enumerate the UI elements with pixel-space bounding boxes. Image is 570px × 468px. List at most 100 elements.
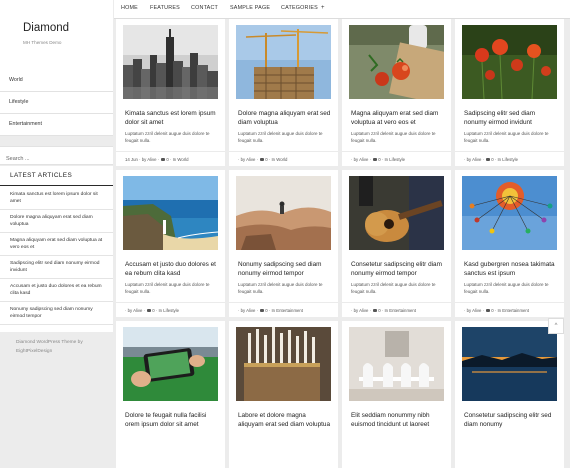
search-input[interactable] <box>6 151 106 167</box>
post-thumbnail[interactable] <box>236 176 331 250</box>
post-category[interactable]: · In Lifestyle <box>155 308 179 313</box>
post-card: Nonumy sadipscing sed diam nonumy eirmod… <box>229 170 338 317</box>
comment-icon <box>373 309 378 313</box>
post-thumbnail[interactable] <box>462 25 557 99</box>
post-category[interactable]: · In Lifestyle <box>494 157 518 162</box>
nav-features[interactable]: FEATURES <box>150 5 180 11</box>
post-title[interactable]: Dolore te feugait nulla facilisi orem ip… <box>125 412 219 429</box>
post-thumbnail[interactable] <box>123 25 218 99</box>
post-excerpt: Luptatum zzril delenit augue duis dolore… <box>464 131 549 143</box>
post-thumbnail[interactable] <box>349 327 444 401</box>
post-meta-text: · by Alive · <box>351 157 373 162</box>
post-thumbnail[interactable] <box>123 327 218 401</box>
post-title[interactable]: Labore et dolore magna aliquyam erat sed… <box>238 412 332 429</box>
sidebar-item-entertainment[interactable]: Entertainment <box>0 114 113 136</box>
post-card: Magna aliquyam erat sed diam voluptua at… <box>342 19 451 166</box>
post-card: Labore et dolore magna aliquyam erat sed… <box>229 321 338 468</box>
city-skyline-image <box>123 25 218 99</box>
nav-categories-label: CATEGORIES <box>281 5 318 11</box>
post-category[interactable]: · In Entertainment <box>268 308 303 313</box>
sidebar-item-world[interactable]: World <box>0 70 113 92</box>
construction-cranes-image <box>236 25 331 99</box>
comment-icon <box>260 158 265 162</box>
nav-home[interactable]: HOME <box>121 5 138 11</box>
site-description: MH Themes Demo <box>23 40 62 45</box>
post-thumbnail[interactable] <box>462 176 557 250</box>
post-excerpt: Luptatum zzril delenit augue duis dolore… <box>238 131 323 143</box>
dining-chairs-image <box>349 327 444 401</box>
main-navigation: HOME FEATURES CONTACT SAMPLE PAGE CATEGO… <box>114 0 570 19</box>
post-card: Accusam et justo duo dolores et ea rebum… <box>116 170 225 317</box>
post-title[interactable]: Magna aliquyam erat sed diam voluptua at… <box>351 110 445 127</box>
latest-articles-widget: LATEST ARTICLES Kimata sanctus est lorem… <box>0 166 113 332</box>
sidebar: Diamond MH Themes Demo World Lifestyle E… <box>0 0 113 430</box>
post-category[interactable]: · In Lifestyle <box>381 157 405 162</box>
post-category[interactable]: · In World <box>268 157 288 162</box>
sidebar-menu: World Lifestyle Entertainment <box>0 70 113 136</box>
nav-categories[interactable]: CATEGORIES + <box>281 5 325 11</box>
theme-credit: Diamond WordPress Theme by EightPixelDes… <box>16 340 83 354</box>
post-thumbnail[interactable] <box>349 25 444 99</box>
post-category[interactable]: · In Entertainment <box>494 308 529 313</box>
post-title[interactable]: Sadipscing elitr sed diam nonumy eirmod … <box>464 110 558 127</box>
post-thumbnail[interactable] <box>462 327 557 401</box>
post-title[interactable]: Nonumy sadipscing sed diam nonumy eirmod… <box>238 261 332 278</box>
sidebar-item-lifestyle[interactable]: Lifestyle <box>0 92 113 114</box>
red-poppies-image <box>462 25 557 99</box>
post-excerpt: Luptatum zzril delenit augue duis dolore… <box>351 131 436 143</box>
post-category[interactable]: · In Entertainment <box>381 308 416 313</box>
post-title[interactable]: Kimata sanctus est lorem ipsum dolor sit… <box>125 110 219 127</box>
post-meta-text: · by Alive · <box>238 157 260 162</box>
tomatoes-board-image <box>349 25 444 99</box>
post-excerpt: Luptatum zzril delenit augue duis dolore… <box>125 131 210 143</box>
post-thumbnail[interactable] <box>123 176 218 250</box>
post-meta: · by Alive · 0 · In Lifestyle <box>342 151 451 167</box>
post-title[interactable]: Consetetur sadipscing elitr sed diam non… <box>464 412 558 429</box>
post-thumbnail[interactable] <box>349 176 444 250</box>
post-meta-text: · by Alive · <box>125 308 147 313</box>
post-card: Kimata sanctus est lorem ipsum dolor sit… <box>116 19 225 166</box>
latest-article-link[interactable]: Sadipscing elitr sed diam nonumy eirmod … <box>0 258 113 279</box>
post-card: Dolore magna aliquyam erat sed diam volu… <box>229 19 338 166</box>
night-lake-image <box>462 327 557 401</box>
post-meta: · by Alive · 0 · In Entertainment <box>229 302 338 318</box>
post-meta: · by Alive · 0 · In Entertainment <box>342 302 451 318</box>
latest-article-link[interactable]: Magna aliquyam erat sed diam voluptua at… <box>0 235 113 256</box>
post-title[interactable]: Dolore magna aliquyam erat sed diam volu… <box>238 110 332 127</box>
post-card: Dolore te feugait nulla facilisi orem ip… <box>116 321 225 468</box>
coastal-waterfall-image <box>123 176 218 250</box>
desert-hiker-image <box>236 176 331 250</box>
post-excerpt: Luptatum zzril delenit augue duis dolore… <box>238 282 323 294</box>
post-title[interactable]: Accusam et justo duo dolores et ea rebum… <box>125 261 219 278</box>
post-card: Consetetur sadipscing elitr sed diam non… <box>455 321 564 468</box>
site-title[interactable]: Diamond <box>23 22 69 34</box>
search-widget <box>0 146 113 167</box>
latest-article-link[interactable]: Dolore magna aliquyam erat sed diam volu… <box>0 212 113 233</box>
post-meta-text: · by Alive · <box>464 157 486 162</box>
comment-icon <box>486 309 491 313</box>
post-thumbnail[interactable] <box>236 327 331 401</box>
post-card: Kasd gubergren nosea takimata sanctus es… <box>455 170 564 317</box>
scroll-to-top-button[interactable]: ^ <box>548 318 564 334</box>
post-meta-text: · by Alive · <box>351 308 373 313</box>
latest-article-link[interactable]: Accusam et justo duo dolores et ea rebum… <box>0 281 113 302</box>
post-meta: · by Alive · 0 · In Lifestyle <box>455 151 564 167</box>
latest-articles-heading: LATEST ARTICLES <box>10 172 73 179</box>
post-title[interactable]: Elit seddiam nonummy nibh euismod tincid… <box>351 412 445 429</box>
post-meta: · by Alive · 0 · In Entertainment <box>455 302 564 318</box>
post-meta-text: · by Alive · <box>238 308 260 313</box>
post-title[interactable]: Consetetur sadipscing elitr diam nonumy … <box>351 261 445 278</box>
heading-divider <box>0 185 113 186</box>
post-category[interactable]: · In World <box>169 157 189 162</box>
post-card: Elit seddiam nonummy nibh euismod tincid… <box>342 321 451 468</box>
post-meta: · by Alive · 0 · In World <box>229 151 338 167</box>
post-title[interactable]: Kasd gubergren nosea takimata sanctus es… <box>464 261 558 278</box>
nav-sample-page[interactable]: SAMPLE PAGE <box>230 5 270 11</box>
post-thumbnail[interactable] <box>236 25 331 99</box>
post-grid: Kimata sanctus est lorem ipsum dolor sit… <box>115 18 570 468</box>
nav-contact[interactable]: CONTACT <box>191 5 218 11</box>
post-card: Consetetur sadipscing elitr diam nonumy … <box>342 170 451 317</box>
latest-article-link[interactable]: Nonumy sadipscing sed diam nonumy eirmod… <box>0 304 113 325</box>
latest-article-link[interactable]: Kimata sanctus est lorem ipsum dolor sit… <box>0 189 113 210</box>
stadium-phone-image <box>123 327 218 401</box>
